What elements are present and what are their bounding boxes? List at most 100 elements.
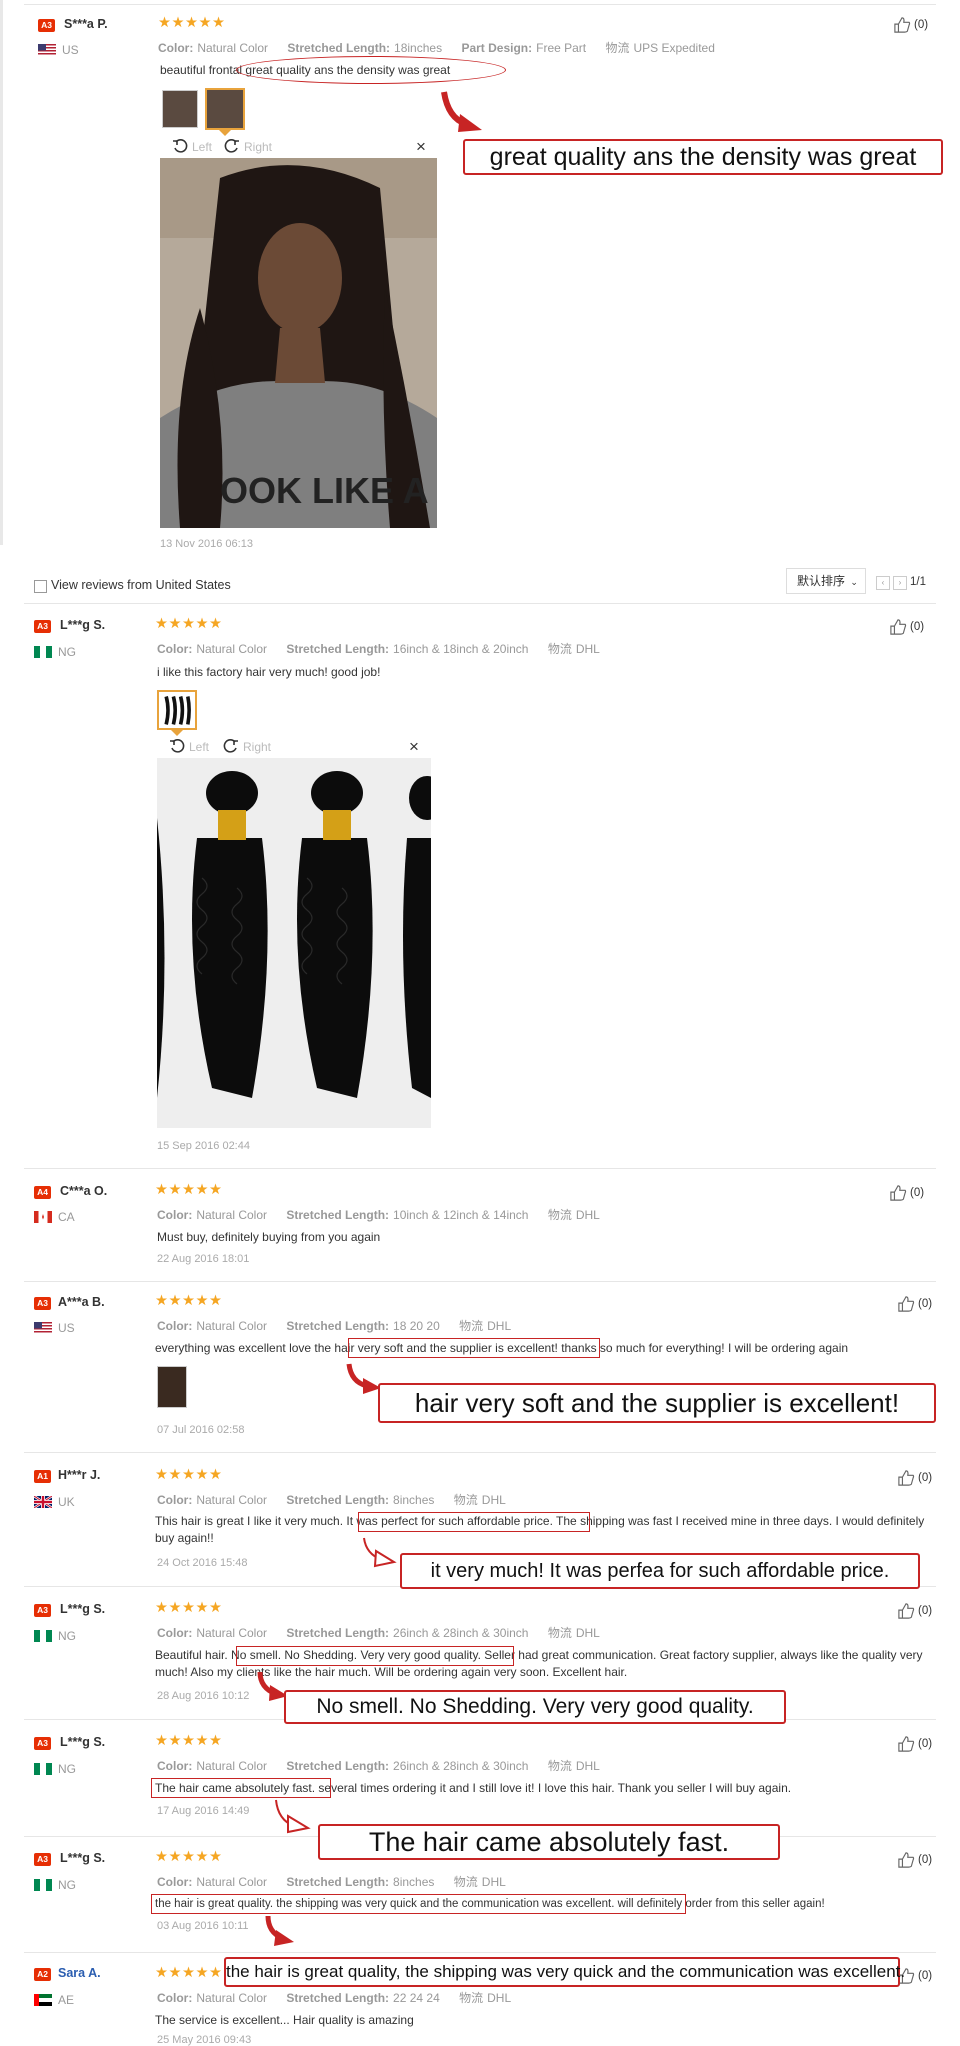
review-photo[interactable]: [157, 758, 431, 1128]
rotate-right-label[interactable]: Right: [244, 140, 272, 154]
highlight-box: [348, 1338, 600, 1358]
helpful-button[interactable]: (0): [892, 17, 928, 33]
review-date: 22 Aug 2016 18:01: [157, 1253, 250, 1265]
review-date: 03 Aug 2016 10:11: [157, 1920, 249, 1932]
star-rating: ★★★★★: [155, 616, 223, 632]
reviewer-name: S***a P.: [64, 17, 108, 31]
rotate-left-label[interactable]: Left: [192, 140, 212, 154]
star-rating: ★★★★★: [155, 1467, 223, 1483]
review-date: 07 Jul 2016 02:58: [157, 1424, 245, 1436]
level-badge: A3: [34, 1297, 51, 1310]
reviewer-name: L***g S.: [60, 1851, 106, 1865]
callout-arrow-icon: [363, 1537, 397, 1568]
review-photo[interactable]: OOK LIKE A: [160, 158, 437, 528]
thumbs-up-icon: [898, 1470, 915, 1486]
photo-thumbnail-selected[interactable]: [205, 88, 245, 130]
sort-dropdown[interactable]: 默认排序 ⌄: [786, 568, 866, 594]
flag-ng-icon: [34, 646, 52, 658]
close-icon[interactable]: ×: [409, 737, 419, 757]
country-code: US: [58, 1321, 75, 1335]
review-text: The service is excellent... Hair quality…: [155, 2013, 414, 2027]
review-attributes: Color: Natural Color Stretched Length: 8in…: [157, 1493, 506, 1507]
flag-ae-icon: [34, 1994, 52, 2006]
country-code: NG: [58, 645, 76, 659]
highlight-box: [236, 1646, 514, 1666]
divider: [24, 1952, 936, 1953]
level-badge: A3: [38, 19, 55, 32]
level-badge: A3: [34, 1853, 51, 1866]
level-badge: A4: [34, 1186, 51, 1199]
reviewer-name: L***g S.: [60, 1602, 106, 1616]
country-code: NG: [58, 1762, 76, 1776]
country-code: CA: [58, 1210, 75, 1224]
rotate-left-label[interactable]: Left: [189, 740, 209, 754]
country-code: NG: [58, 1629, 76, 1643]
helpful-button[interactable]: (0): [896, 1470, 932, 1486]
photo-thumbnail[interactable]: [157, 1366, 187, 1408]
review-attributes: Color: Natural Color Stretched Length: 22 …: [157, 1991, 512, 2005]
reviewer-name: C***a O.: [60, 1184, 108, 1198]
star-rating: ★★★★★: [155, 1965, 223, 1981]
rotate-right-label[interactable]: Right: [243, 740, 271, 754]
prev-page-button[interactable]: ‹: [876, 576, 890, 590]
highlight-oval: [236, 56, 506, 84]
reviewer-name: Sara A.: [58, 1966, 101, 1980]
flag-ca-icon: [34, 1211, 52, 1223]
callout-box: the hair is great quality, the shipping …: [224, 1957, 905, 1987]
helpful-button[interactable]: (0): [896, 1296, 932, 1312]
close-icon[interactable]: ×: [416, 137, 426, 157]
review-attributes: Color: Natural Color Stretched Length: 16i…: [157, 642, 600, 656]
next-page-button[interactable]: ›: [893, 576, 907, 590]
review-date: 13 Nov 2016 06:13: [160, 538, 253, 550]
level-badge: A3: [34, 620, 51, 633]
review-attributes: Color: Natural Color Stretched Length: 18i…: [158, 41, 715, 55]
star-rating: ★★★★★: [155, 1849, 223, 1865]
thumbs-up-icon: [898, 1852, 915, 1868]
divider: [24, 1281, 936, 1282]
review-date: 17 Aug 2016 14:49: [157, 1805, 250, 1817]
review-attributes: Color: Natural Color Stretched Length: 26i…: [157, 1759, 600, 1773]
photo-thumbnail[interactable]: [162, 90, 198, 128]
rotate-right-icon[interactable]: [223, 738, 239, 754]
callout-box: The hair came absolutely fast.: [318, 1824, 780, 1860]
thumbs-up-icon: [898, 1296, 915, 1312]
highlight-box: [151, 1894, 686, 1914]
helpful-button[interactable]: (0): [896, 1736, 932, 1752]
country-code: AE: [58, 1993, 75, 2007]
helpful-button[interactable]: (0): [888, 619, 924, 635]
selected-caret-icon: [171, 730, 183, 736]
review-attributes: Color: Natural Color Stretched Length: 8in…: [157, 1875, 506, 1889]
filter-label: View reviews from United States: [51, 578, 231, 592]
review-date: 28 Aug 2016 10:12: [157, 1690, 250, 1702]
helpful-button[interactable]: (0): [888, 1185, 924, 1201]
sort-label: 默认排序: [797, 574, 846, 588]
helpful-button[interactable]: (0): [896, 1852, 932, 1868]
helpful-button[interactable]: (0): [896, 1603, 932, 1619]
level-badge: A2: [34, 1968, 51, 1981]
divider: [24, 1168, 936, 1169]
review-attributes: Color: Natural Color Stretched Length: 10i…: [157, 1208, 600, 1222]
rotate-left-icon[interactable]: [172, 138, 188, 154]
rotate-right-icon[interactable]: [224, 138, 240, 154]
callout-arrow-icon: [441, 91, 482, 132]
callout-box: No smell. No Shedding. Very very good qu…: [284, 1690, 786, 1724]
photo-thumbnail-selected[interactable]: [157, 690, 197, 730]
photo-shirt-text: OOK LIKE A: [220, 470, 429, 511]
thumbs-up-icon: [898, 1736, 915, 1752]
flag-ng-icon: [34, 1630, 52, 1642]
review-date: 15 Sep 2016 02:44: [157, 1140, 250, 1152]
reviewer-name: L***g S.: [60, 618, 106, 632]
star-rating: ★★★★★: [155, 1293, 223, 1309]
country-code: US: [62, 43, 79, 57]
callout-box: it very much! It was perfea for such aff…: [400, 1553, 920, 1589]
reviewer-name: L***g S.: [60, 1735, 106, 1749]
filter-checkbox[interactable]: [34, 580, 47, 593]
divider: [24, 1452, 936, 1453]
reviewer-name: A***a B.: [58, 1295, 105, 1309]
thumbs-up-icon: [890, 1185, 907, 1201]
level-badge: A1: [34, 1470, 51, 1483]
thumbs-up-icon: [898, 1603, 915, 1619]
highlight-box: [358, 1512, 590, 1532]
country-code: NG: [58, 1878, 76, 1892]
rotate-left-icon[interactable]: [169, 738, 185, 754]
